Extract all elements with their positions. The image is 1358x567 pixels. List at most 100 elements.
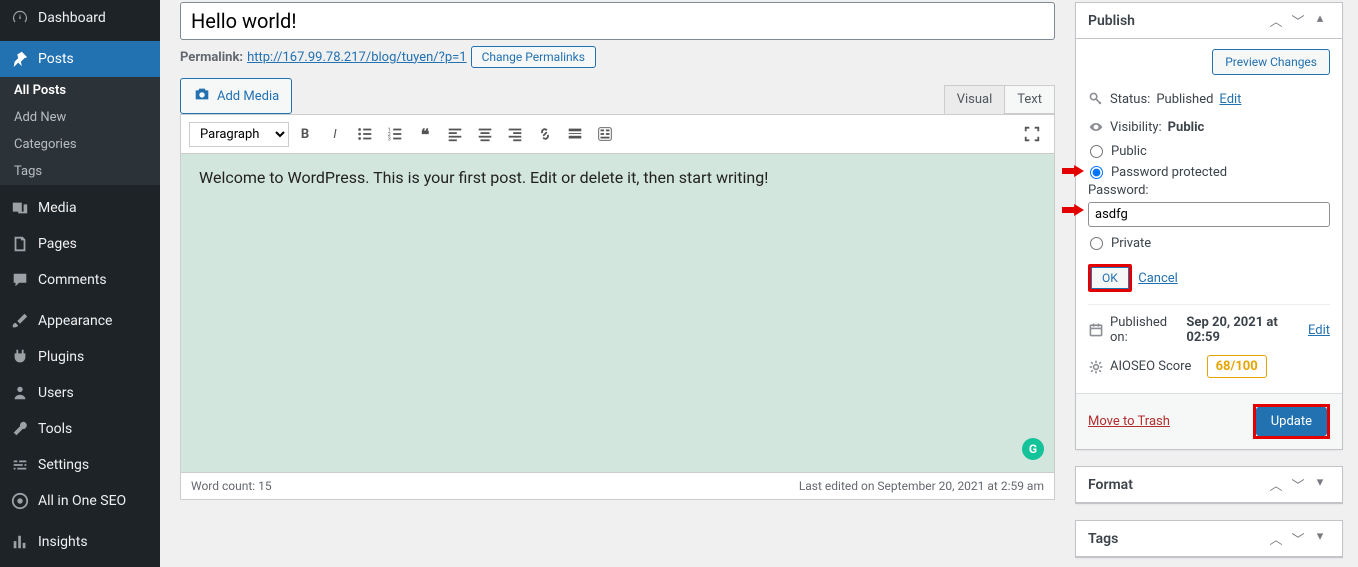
sidebar-right: Publish ︿ ﹀ ▴ Preview Changes Status: Pu… xyxy=(1075,0,1358,567)
menu-label: Media xyxy=(38,200,77,216)
menu-label: All in One SEO xyxy=(38,493,126,509)
move-to-trash-link[interactable]: Move to Trash xyxy=(1088,414,1170,429)
visibility-label: Visibility: xyxy=(1110,120,1162,135)
menu-users[interactable]: Users xyxy=(0,375,160,411)
menu-label: Tools xyxy=(38,421,72,437)
menu-label: Comments xyxy=(38,272,107,288)
move-up-icon[interactable]: ︿ xyxy=(1266,475,1286,494)
menu-insights[interactable]: Insights xyxy=(0,524,160,560)
toggle-icon[interactable]: ▾ xyxy=(1310,529,1330,548)
preview-changes-button[interactable]: Preview Changes xyxy=(1212,49,1330,75)
add-media-button[interactable]: Add Media xyxy=(180,78,292,114)
gear-icon xyxy=(1088,358,1104,376)
status-label: Status: xyxy=(1110,92,1150,107)
edit-status-link[interactable]: Edit xyxy=(1219,92,1241,107)
published-on-label: Published on: xyxy=(1110,315,1180,345)
ok-button[interactable]: OK xyxy=(1091,267,1129,289)
word-count: Word count: 15 xyxy=(191,479,272,493)
radio-public-label: Public xyxy=(1111,144,1147,159)
tab-text[interactable]: Text xyxy=(1004,85,1055,114)
media-icon xyxy=(10,198,30,218)
plug-icon xyxy=(10,347,30,367)
password-input[interactable] xyxy=(1088,202,1330,227)
radio-password[interactable] xyxy=(1090,166,1103,179)
toggle-icon[interactable]: ▾ xyxy=(1310,475,1330,494)
move-up-icon[interactable]: ︿ xyxy=(1266,11,1286,30)
svg-text:3: 3 xyxy=(388,136,391,142)
edit-date-link[interactable]: Edit xyxy=(1308,323,1330,338)
grammarly-icon[interactable]: G xyxy=(1022,438,1044,460)
toggle-icon[interactable]: ▴ xyxy=(1310,11,1330,30)
status-value: Published xyxy=(1156,92,1213,107)
link-button[interactable] xyxy=(531,120,559,148)
align-center-button[interactable] xyxy=(471,120,499,148)
permalink-url[interactable]: http://167.99.78.217/blog/tuyen/?p=1 xyxy=(247,50,466,65)
move-down-icon[interactable]: ﹀ xyxy=(1288,475,1308,494)
menu-label: Appearance xyxy=(38,313,112,329)
pages-icon xyxy=(10,234,30,254)
menu-label: Posts xyxy=(38,51,74,67)
add-media-label: Add Media xyxy=(217,89,279,104)
number-list-button[interactable]: 123 xyxy=(381,120,409,148)
wrench-icon xyxy=(10,419,30,439)
last-edited: Last edited on September 20, 2021 at 2:5… xyxy=(799,479,1044,493)
radio-public[interactable] xyxy=(1090,145,1103,158)
italic-button[interactable]: I xyxy=(321,120,349,148)
post-title-input[interactable] xyxy=(180,2,1055,40)
submenu-tags[interactable]: Tags xyxy=(0,158,160,185)
menu-pages[interactable]: Pages xyxy=(0,226,160,262)
admin-sidebar: Dashboard Posts All Posts Add New Catego… xyxy=(0,0,160,567)
submenu-categories[interactable]: Categories xyxy=(0,131,160,158)
change-permalinks-button[interactable]: Change Permalinks xyxy=(471,46,596,68)
pin-icon xyxy=(10,49,30,69)
password-label: Password: xyxy=(1088,183,1330,198)
menu-aioseo[interactable]: All in One SEO xyxy=(0,483,160,519)
format-title: Format xyxy=(1088,477,1133,493)
editor-content[interactable]: Welcome to WordPress. This is your first… xyxy=(180,153,1055,473)
cancel-link[interactable]: Cancel xyxy=(1138,271,1178,286)
published-on-value: Sep 20, 2021 at 02:59 xyxy=(1186,315,1302,345)
tab-visual[interactable]: Visual xyxy=(944,85,1006,114)
menu-label: Insights xyxy=(38,534,88,550)
read-more-button[interactable] xyxy=(561,120,589,148)
editor-main: Permalink: http://167.99.78.217/blog/tuy… xyxy=(160,0,1075,567)
align-right-button[interactable] xyxy=(501,120,529,148)
bold-button[interactable]: B xyxy=(291,120,319,148)
bullet-list-button[interactable] xyxy=(351,120,379,148)
format-select[interactable]: Paragraph xyxy=(189,122,289,147)
update-button[interactable]: Update xyxy=(1256,407,1327,436)
aioseo-icon xyxy=(10,491,30,511)
camera-icon xyxy=(193,85,211,107)
menu-plugins[interactable]: Plugins xyxy=(0,339,160,375)
submenu-add-new[interactable]: Add New xyxy=(0,104,160,131)
menu-comments[interactable]: Comments xyxy=(0,262,160,298)
fullscreen-button[interactable] xyxy=(1018,120,1046,148)
menu-appearance[interactable]: Appearance xyxy=(0,303,160,339)
menu-posts[interactable]: Posts xyxy=(0,41,160,77)
sliders-icon xyxy=(10,455,30,475)
key-icon xyxy=(1088,90,1104,108)
menu-media[interactable]: Media xyxy=(0,190,160,226)
aioseo-score: 68/100 xyxy=(1207,355,1267,378)
toolbar-toggle-button[interactable] xyxy=(591,120,619,148)
menu-settings[interactable]: Settings xyxy=(0,447,160,483)
move-up-icon[interactable]: ︿ xyxy=(1266,529,1286,548)
tags-title: Tags xyxy=(1088,531,1118,547)
quote-button[interactable]: ❝ xyxy=(411,120,439,148)
editor-tabs: Visual Text xyxy=(945,85,1055,114)
posts-submenu: All Posts Add New Categories Tags xyxy=(0,77,160,185)
editor-toolbar: Paragraph B I 123 ❝ xyxy=(180,114,1055,153)
submenu-all-posts[interactable]: All Posts xyxy=(0,77,160,104)
menu-tools[interactable]: Tools xyxy=(0,411,160,447)
align-left-button[interactable] xyxy=(441,120,469,148)
menu-label: Dashboard xyxy=(38,10,106,26)
editor-text: Welcome to WordPress. This is your first… xyxy=(199,168,768,187)
move-down-icon[interactable]: ﹀ xyxy=(1288,11,1308,30)
visibility-value: Public xyxy=(1168,120,1205,135)
menu-dashboard[interactable]: Dashboard xyxy=(0,0,160,36)
menu-label: Users xyxy=(38,385,74,401)
format-box: Format ︿ ﹀ ▾ xyxy=(1075,466,1343,504)
radio-private[interactable] xyxy=(1090,237,1103,250)
move-down-icon[interactable]: ﹀ xyxy=(1288,529,1308,548)
permalink-label: Permalink: xyxy=(180,50,243,65)
